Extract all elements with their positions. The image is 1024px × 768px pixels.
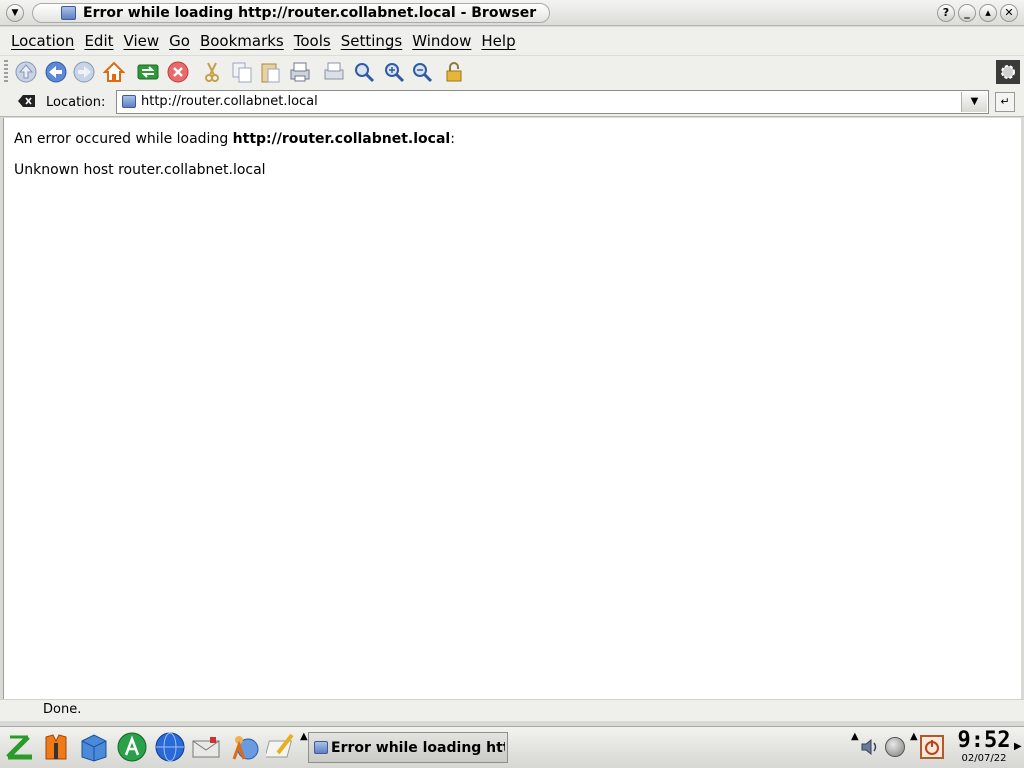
menu-edit[interactable]: Edit <box>84 32 113 50</box>
text-editor-icon[interactable] <box>266 731 298 763</box>
close-button[interactable]: ✕ <box>1000 4 1018 22</box>
network-user-icon[interactable] <box>228 731 260 763</box>
error-suffix: : <box>450 131 455 147</box>
window-menu-button[interactable]: ▼ <box>6 4 24 22</box>
menu-help[interactable]: Help <box>481 32 515 50</box>
menu-location[interactable]: Location <box>11 32 74 50</box>
window-titlebar[interactable]: ▼ Error while loading http://router.coll… <box>0 0 1024 26</box>
tray-arrow2-icon[interactable]: ▲ <box>910 731 918 742</box>
web-browser-globe-icon[interactable] <box>154 731 186 763</box>
minimize-button[interactable]: _ <box>958 4 976 22</box>
print-icon[interactable] <box>288 60 312 84</box>
menu-settings[interactable]: Settings <box>341 32 403 50</box>
menu-tools[interactable]: Tools <box>294 32 331 50</box>
taskbar-window-label: Error while loading http://router.collab… <box>331 740 505 756</box>
panel-clock[interactable]: 9:52 02/07/22 <box>954 729 1014 767</box>
url-input[interactable] <box>141 94 951 109</box>
clock-date: 02/07/22 <box>961 753 1007 764</box>
error-message: An error occured while loading http://ro… <box>14 131 455 147</box>
location-combo[interactable]: ▼ <box>116 90 989 114</box>
zoom-in-icon[interactable] <box>382 60 406 84</box>
location-toolbar: Location: ▼ ↵ <box>0 87 1024 117</box>
k-menu-icon[interactable] <box>4 731 36 763</box>
location-label: Location: <box>46 95 106 110</box>
clear-location-icon[interactable] <box>18 93 36 109</box>
go-button[interactable]: ↵ <box>995 92 1015 112</box>
mail-client-icon[interactable] <box>190 731 222 763</box>
tray-arrow-icon[interactable]: ▲ <box>851 731 859 742</box>
clipboard-tray-icon[interactable] <box>885 737 905 757</box>
maximize-button[interactable]: ▴ <box>979 4 997 22</box>
error-detail: Unknown host router.collabnet.local <box>14 162 266 178</box>
status-text: Done. <box>43 702 82 717</box>
home-icon[interactable] <box>102 60 126 84</box>
reload-icon[interactable] <box>136 60 160 84</box>
menu-bookmarks[interactable]: Bookmarks <box>200 32 284 50</box>
error-url: http://router.collabnet.local <box>232 131 451 147</box>
menu-window[interactable]: Window <box>412 32 471 50</box>
forward-icon[interactable] <box>72 60 96 84</box>
back-icon[interactable] <box>44 60 68 84</box>
kde-panel: ▲ Error while loading http://router.coll… <box>0 726 1024 768</box>
task-favicon-icon <box>314 741 328 754</box>
life-vest-icon[interactable] <box>40 731 72 763</box>
up-icon[interactable] <box>14 60 38 84</box>
menubar: Location Edit View Go Bookmarks Tools Se… <box>0 27 1024 55</box>
url-history-dropdown-icon[interactable]: ▼ <box>961 92 987 112</box>
page-content: An error occured while loading http://ro… <box>3 118 1021 699</box>
cut-icon[interactable] <box>200 60 224 84</box>
clock-time: 9:52 <box>957 728 1011 753</box>
security-lock-icon[interactable] <box>442 60 466 84</box>
panel-arrow-icon[interactable]: ▲ <box>300 731 308 742</box>
page-favicon-icon <box>61 6 76 20</box>
zoom-icon[interactable] <box>352 60 376 84</box>
window-title: Error while loading http://router.collab… <box>83 5 537 21</box>
taskbar-window-button[interactable]: Error while loading http://router.collab… <box>308 732 508 763</box>
main-toolbar <box>0 55 1024 87</box>
volume-speaker-icon[interactable] <box>860 737 880 757</box>
konqueror-gear-icon <box>996 60 1020 84</box>
status-bar: Done. <box>0 699 1024 721</box>
help-button[interactable]: ? <box>937 4 955 22</box>
power-icon[interactable] <box>920 735 944 759</box>
home-folder-icon[interactable] <box>78 731 110 763</box>
zoom-out-icon[interactable] <box>410 60 434 84</box>
print-frame-icon[interactable] <box>322 60 346 84</box>
menu-go[interactable]: Go <box>169 32 190 50</box>
paste-icon[interactable] <box>258 60 282 84</box>
menu-view[interactable]: View <box>124 32 160 50</box>
konqueror-icon[interactable] <box>116 731 148 763</box>
window-title-pill[interactable]: Error while loading http://router.collab… <box>32 3 550 23</box>
error-prefix: An error occured while loading <box>14 131 233 147</box>
copy-icon[interactable] <box>230 60 254 84</box>
toolbar-handle[interactable] <box>4 60 8 84</box>
panel-hide-arrow-icon[interactable]: ▶ <box>1014 741 1022 752</box>
url-favicon-icon <box>122 95 136 108</box>
stop-icon[interactable] <box>166 60 190 84</box>
